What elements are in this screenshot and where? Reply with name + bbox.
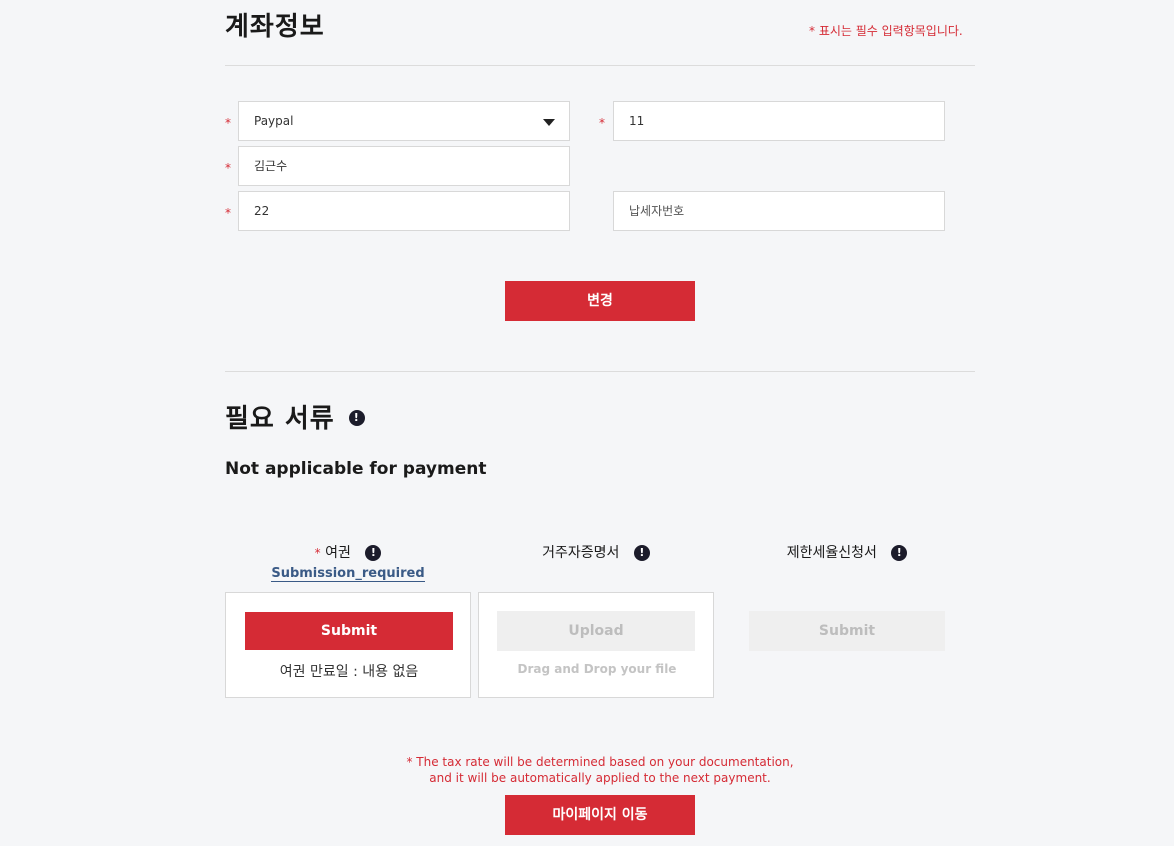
passport-card: Submit 여권 만료일 : 내용 없음 (225, 592, 471, 698)
required-mark: * (225, 206, 231, 220)
passport-submit-button[interactable]: Submit (245, 612, 453, 650)
info-icon[interactable]: ! (365, 545, 382, 561)
residence-upload-button[interactable]: Upload (497, 611, 695, 651)
residence-card[interactable]: Upload Drag and Drop your file (478, 592, 714, 698)
passport-status-wrap: Submission_required (225, 562, 471, 582)
info-icon[interactable]: ! (633, 545, 650, 561)
tax-form-label: 제한세율신청서 (786, 545, 877, 561)
required-fields-note: * 표시는 필수 입력항목입니다. (809, 24, 963, 38)
account-number-field[interactable]: 11 (613, 101, 945, 141)
tax-rate-note-line1: * The tax rate will be determined based … (406, 755, 794, 769)
required-mark: * (225, 116, 231, 130)
drag-drop-hint: Drag and Drop your file (517, 662, 677, 676)
divider-top (225, 65, 975, 66)
passport-expiry-text: 여권 만료일 : 내용 없음 (279, 664, 419, 680)
passport-label: 여권 (325, 545, 351, 561)
residence-label-row: 거주자증명서 ! (478, 542, 714, 562)
residence-label: 거주자증명서 (542, 545, 620, 561)
tax-form-label-row: 제한세율신청서 ! (749, 542, 945, 562)
required-mark: * (599, 116, 605, 130)
mypage-button[interactable]: 마이페이지 이동 (505, 795, 695, 835)
info-icon[interactable]: ! (891, 545, 908, 561)
payment-method-select[interactable]: Paypal (238, 101, 570, 141)
account-section-title: 계좌정보 (225, 12, 325, 42)
account-holder-field[interactable]: 김근수 (238, 146, 570, 186)
payment-method-value: Paypal (254, 114, 294, 128)
required-mark: * (314, 546, 321, 560)
tax-rate-note-line2: and it will be automatically applied to … (429, 771, 771, 785)
divider-middle (225, 371, 975, 372)
required-mark: * (225, 161, 231, 175)
tax-rate-note: * The tax rate will be determined based … (300, 754, 900, 786)
tax-form-submit-button[interactable]: Submit (749, 611, 945, 651)
bank-code-field[interactable]: 22 (238, 191, 570, 231)
tax-id-field[interactable]: 납세자번호 (613, 191, 945, 231)
submission-required-link[interactable]: Submission_required (271, 566, 425, 582)
change-button[interactable]: 변경 (505, 281, 695, 321)
documents-title-text: 필요 서류 (225, 404, 335, 434)
documents-section-title: 필요 서류 ! (225, 398, 365, 435)
passport-label-row: * 여권 ! (225, 542, 471, 562)
payment-status-subtitle: Not applicable for payment (225, 459, 487, 479)
info-icon[interactable]: ! (348, 409, 365, 426)
chevron-down-icon (543, 119, 555, 126)
